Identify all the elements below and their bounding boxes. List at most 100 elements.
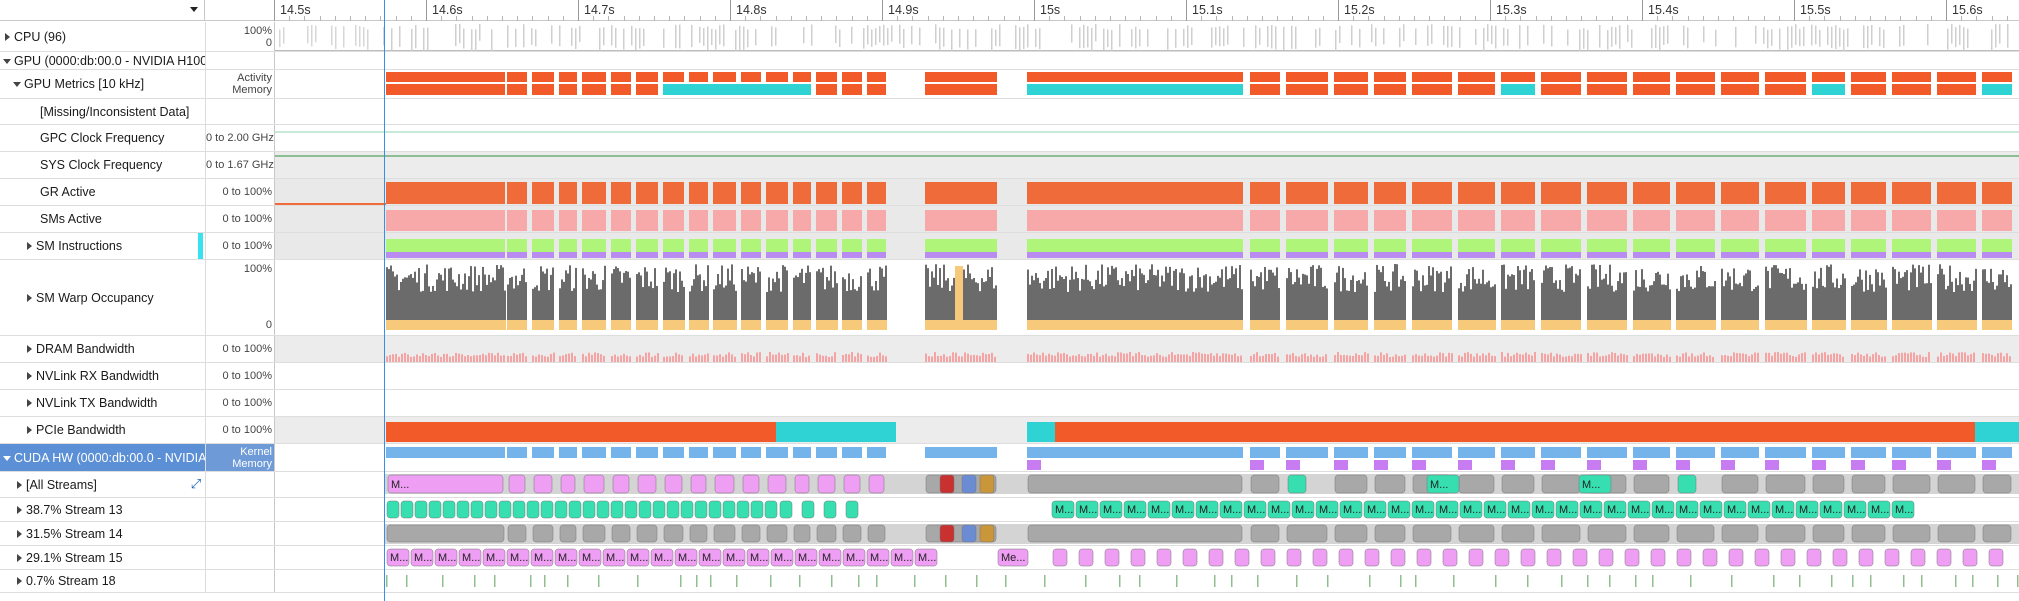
row-stream-15[interactable]: 29.1% Stream 15 M... M... M... M... M... M...… [0, 546, 2019, 570]
gpc-clock-label[interactable]: GPC Clock Frequency [0, 125, 205, 151]
row-label[interactable]: SM Warp Occupancy [0, 260, 205, 335]
dram-bar [781, 354, 783, 362]
sys-clock-lane[interactable] [275, 152, 2019, 178]
gpu-metrics-lane[interactable] [275, 70, 2019, 98]
row-label[interactable]: [All Streams] ⤢ [0, 472, 205, 497]
row-label[interactable]: GPU (0000:db:00.0 - NVIDIA H100 [0, 52, 205, 69]
chevron-right-icon[interactable] [22, 370, 36, 382]
row-gpc-clock[interactable]: GPC Clock Frequency 0 to 2.00 GHz [0, 125, 2019, 152]
row-cpu[interactable]: CPU (96) 100% 0 [0, 22, 2019, 52]
dram-bar [1574, 353, 1576, 362]
warp-bar [848, 273, 850, 320]
sms-active-label[interactable]: SMs Active [0, 206, 205, 232]
pcie-lane[interactable] [275, 417, 2019, 443]
row-label[interactable]: NVLink TX Bandwidth [0, 390, 205, 416]
dram-bar [1550, 352, 1552, 362]
chevron-down-icon[interactable] [0, 452, 14, 464]
row-all-streams[interactable]: [All Streams] ⤢ M... M... M... [0, 472, 2019, 498]
row-label[interactable]: 38.7% Stream 13 [0, 498, 205, 521]
row-label[interactable]: PCIe Bandwidth [0, 417, 205, 443]
row-label[interactable]: CUDA HW (0000:db:00.0 - NVIDIA H [0, 444, 205, 471]
row-stream-14[interactable]: 31.5% Stream 14 [0, 522, 2019, 546]
stream13-lane[interactable]: M... M... M... M... M... M... M... M... M... M...… [275, 498, 2019, 521]
chevron-right-icon[interactable] [22, 424, 36, 436]
chevron-right-icon[interactable] [12, 504, 26, 516]
time-cursor[interactable] [384, 0, 385, 601]
dram-bar [1150, 355, 1152, 362]
sys-clock-label[interactable]: SYS Clock Frequency [0, 152, 205, 178]
row-nvlink-tx[interactable]: NVLink TX Bandwidth 0 to 100% [0, 390, 2019, 417]
row-label[interactable]: SM Instructions [0, 233, 205, 259]
stream14-lane[interactable] [275, 522, 2019, 545]
dram-bar [1516, 352, 1518, 362]
expand-icon[interactable]: ⤢ [189, 477, 203, 491]
row-gpu[interactable]: GPU (0000:db:00.0 - NVIDIA H100 [0, 52, 2019, 70]
missing-data-label[interactable]: [Missing/Inconsistent Data] [0, 99, 205, 124]
row-stream-18[interactable]: 0.7% Stream 18 [0, 570, 2019, 593]
chevron-right-icon[interactable] [12, 552, 26, 564]
cpu-lane[interactable] [275, 22, 2019, 51]
stream18-lane[interactable] [275, 570, 2019, 592]
row-label[interactable]: 0.7% Stream 18 [0, 570, 205, 592]
chevron-right-icon[interactable] [22, 292, 36, 304]
row-missing-data[interactable]: [Missing/Inconsistent Data] [0, 99, 2019, 125]
chevron-down-icon[interactable] [0, 55, 14, 67]
gpu-lane[interactable] [275, 52, 2019, 69]
warp-bar [1753, 320, 1755, 330]
row-pcie-bandwidth[interactable]: PCIe Bandwidth 0 to 100% [0, 417, 2019, 444]
sm-instructions-lane[interactable] [275, 233, 2019, 259]
sm-warp-lane[interactable] [275, 260, 2019, 335]
row-sys-clock[interactable]: SYS Clock Frequency 0 to 1.67 GHz [0, 152, 2019, 179]
gpc-clock-lane[interactable] [275, 125, 2019, 151]
row-label[interactable]: DRAM Bandwidth [0, 336, 205, 362]
stream15-lane[interactable]: M... M... M... M... M... M... M... M... M... M...… [275, 546, 2019, 569]
warp-bar [1151, 264, 1153, 320]
warp-bar [2006, 320, 2008, 330]
dram-lane[interactable] [275, 336, 2019, 362]
warp-bar [1637, 286, 1639, 320]
chevron-right-icon[interactable] [0, 31, 14, 43]
row-sms-active[interactable]: SMs Active 0 to 100% [0, 206, 2019, 233]
chevron-right-icon[interactable] [12, 479, 26, 491]
cuda-hw-lane[interactable] [275, 444, 2019, 471]
all-streams-lane[interactable]: M... M... M... [275, 472, 2019, 497]
chevron-right-icon[interactable] [22, 343, 36, 355]
row-label[interactable]: CPU (96) [0, 22, 205, 51]
sms-active-lane[interactable] [275, 206, 2019, 232]
chevron-down-icon[interactable] [190, 7, 198, 12]
row-stream-13[interactable]: 38.7% Stream 13 M... M... M... M... M... M...… [0, 498, 2019, 522]
time-ruler[interactable]: 14.5s 14.6s 14.7s 14.8s 14.9s 15s 15.1s 15.2s 15… [274, 0, 2019, 21]
chevron-right-icon[interactable] [12, 575, 26, 587]
row-label[interactable]: GPU Metrics [10 kHz] [0, 70, 205, 98]
nvlink-rx-lane[interactable] [275, 363, 2019, 389]
chevron-right-icon[interactable] [22, 397, 36, 409]
nvlink-tx-lane[interactable] [275, 390, 2019, 416]
activity-block [1412, 72, 1452, 82]
warp-bar [991, 267, 993, 320]
row-sm-instructions[interactable]: SM Instructions 0 to 100% [0, 233, 2019, 260]
row-sm-warp-occupancy[interactable]: SM Warp Occupancy 100% 0 [0, 260, 2019, 336]
gr-active-lane[interactable] [275, 179, 2019, 205]
gr-active-label[interactable]: GR Active [0, 179, 205, 205]
row-gr-active[interactable]: GR Active 0 to 100% [0, 179, 2019, 206]
chevron-right-icon[interactable] [12, 528, 26, 540]
missing-lane[interactable] [275, 99, 2019, 124]
row-label[interactable]: NVLink RX Bandwidth [0, 363, 205, 389]
row-label[interactable]: 31.5% Stream 14 [0, 522, 205, 545]
minor-tick [1110, 16, 1111, 21]
kernel-box [1234, 548, 1250, 567]
row-label[interactable]: 29.1% Stream 15 [0, 546, 205, 569]
row-cuda-hw[interactable]: CUDA HW (0000:db:00.0 - NVIDIA H Kernel M… [0, 444, 2019, 472]
row-nvlink-rx[interactable]: NVLink RX Bandwidth 0 to 100% [0, 363, 2019, 390]
view-options[interactable] [0, 0, 205, 21]
chevron-right-icon[interactable] [22, 240, 36, 252]
row-gpu-metrics[interactable]: GPU Metrics [10 kHz] Activity Memory [0, 70, 2019, 99]
row-dram-bandwidth[interactable]: DRAM Bandwidth 0 to 100% [0, 336, 2019, 363]
warp-bar [805, 320, 807, 330]
warp-bar [1785, 320, 1787, 330]
dram-bar [1213, 355, 1215, 362]
warp-bar [939, 320, 941, 330]
warp-bar [486, 284, 488, 320]
kernel-block [713, 447, 736, 458]
chevron-down-icon[interactable] [10, 78, 24, 90]
